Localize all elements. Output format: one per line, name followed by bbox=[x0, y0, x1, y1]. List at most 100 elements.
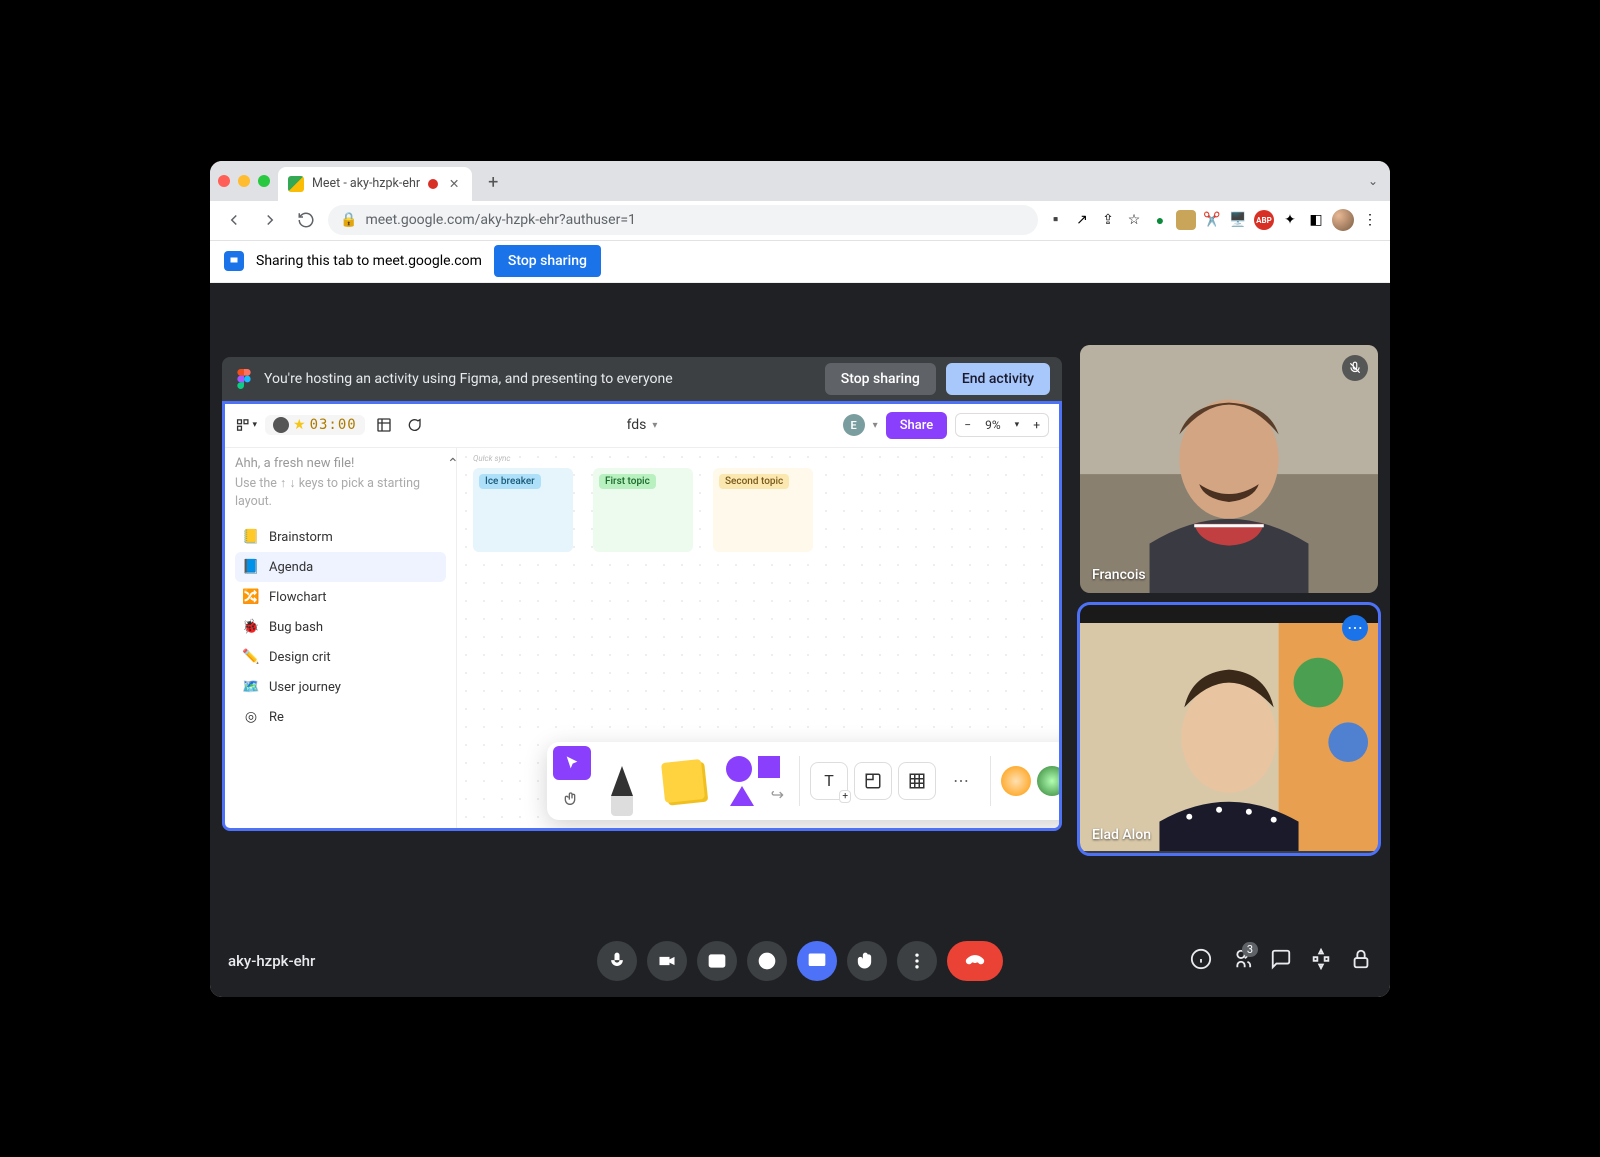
reload-button[interactable] bbox=[292, 206, 320, 234]
chevron-down-icon[interactable]: ▾ bbox=[1009, 418, 1026, 432]
sticky-note-tool[interactable] bbox=[653, 764, 713, 798]
template-icon: 🗺️ bbox=[243, 679, 259, 695]
browser-toolbar: 🔒 meet.google.com/aky-hzpk-ehr?authuser=… bbox=[210, 201, 1390, 241]
stamp-tool-1[interactable] bbox=[1001, 766, 1031, 796]
tile-more-button[interactable]: ⋯ bbox=[1342, 615, 1368, 641]
template-icon: 🔀 bbox=[243, 589, 259, 605]
forward-button[interactable] bbox=[256, 206, 284, 234]
sidebar-item-label: Agenda bbox=[269, 560, 313, 575]
share-tab-icon bbox=[224, 251, 244, 271]
address-bar[interactable]: 🔒 meet.google.com/aky-hzpk-ehr?authuser=… bbox=[328, 205, 1038, 235]
reactions-button[interactable] bbox=[747, 941, 787, 981]
extension-1-icon[interactable]: ● bbox=[1150, 210, 1170, 230]
canvas-card[interactable]: Second topic bbox=[713, 468, 813, 552]
end-activity-button[interactable]: End activity bbox=[946, 363, 1050, 395]
meet-stage: You're hosting an activity using Figma, … bbox=[210, 283, 1390, 997]
camera-indicator-icon[interactable]: ▪️ bbox=[1046, 210, 1066, 230]
text-tool[interactable]: T+ bbox=[810, 762, 848, 800]
table-tool[interactable] bbox=[898, 762, 936, 800]
extension-row: ▪️ ↗ ⇪ ☆ ● ✂️ 🖥️ ABP ✦ ◧ ⋮ bbox=[1046, 209, 1380, 231]
activity-bar: You're hosting an activity using Figma, … bbox=[222, 357, 1062, 401]
meeting-details-button[interactable] bbox=[1190, 948, 1212, 974]
extensions-menu-icon[interactable]: ✦ bbox=[1280, 210, 1300, 230]
minimize-window-button[interactable] bbox=[238, 175, 250, 187]
timer-widget[interactable]: ★ 03:00 bbox=[265, 415, 365, 435]
sidebar-item-brainstorm[interactable]: 📒Brainstorm bbox=[235, 522, 446, 552]
card-tag: Ice breaker bbox=[479, 474, 541, 489]
hand-tool[interactable] bbox=[553, 782, 591, 816]
participant-name: Elad Alon bbox=[1092, 827, 1151, 843]
comment-icon[interactable] bbox=[403, 414, 425, 436]
maximize-window-button[interactable] bbox=[258, 175, 270, 187]
camera-button[interactable] bbox=[647, 941, 687, 981]
figma-toolbar: ▾ ★ 03:00 fds ▾ E ▾ Share − bbox=[225, 404, 1059, 448]
canvas-card[interactable]: Ice breaker bbox=[473, 468, 573, 552]
figjam-canvas[interactable]: Quick sync Ice breaker First topic Secon… bbox=[457, 448, 1059, 828]
sidebar-item-design-crit[interactable]: ✏️Design crit bbox=[235, 642, 446, 672]
figjam-tool-dock: ↪ T+ ⋯ + bbox=[547, 742, 1062, 820]
sidebar-item-flowchart[interactable]: 🔀Flowchart bbox=[235, 582, 446, 612]
new-tab-button[interactable]: + bbox=[480, 168, 506, 197]
tab-title: Meet - aky-hzpk-ehr bbox=[312, 176, 420, 191]
collaborator-avatar[interactable]: E bbox=[843, 414, 865, 436]
stamp-tool-2[interactable] bbox=[1037, 766, 1062, 796]
extension-3-icon[interactable]: ✂️ bbox=[1202, 210, 1222, 230]
present-button[interactable] bbox=[797, 941, 837, 981]
sidebar-item-re[interactable]: ◎Re bbox=[235, 702, 446, 732]
shapes-tool[interactable]: ↪ bbox=[719, 764, 789, 798]
template-icon: ◎ bbox=[243, 709, 259, 725]
open-external-icon[interactable]: ↗ bbox=[1072, 210, 1092, 230]
card-tag: Second topic bbox=[719, 474, 789, 489]
mic-button[interactable] bbox=[597, 941, 637, 981]
sidebar-item-bug-bash[interactable]: 🐞Bug bash bbox=[235, 612, 446, 642]
more-options-button[interactable] bbox=[897, 941, 937, 981]
zoom-in-button[interactable]: + bbox=[1027, 416, 1046, 434]
stop-sharing-button[interactable]: Stop sharing bbox=[494, 245, 601, 277]
section-tool[interactable] bbox=[854, 762, 892, 800]
participant-name: Francois bbox=[1092, 567, 1146, 583]
zoom-value: 9% bbox=[979, 416, 1007, 434]
chat-button[interactable] bbox=[1270, 948, 1292, 974]
profile-avatar[interactable] bbox=[1332, 209, 1354, 231]
meeting-code: aky-hzpk-ehr bbox=[228, 952, 315, 970]
more-tools-button[interactable]: ⋯ bbox=[942, 764, 980, 798]
chrome-menu-button[interactable]: ⋮ bbox=[1360, 210, 1380, 230]
sidebar-item-label: Design crit bbox=[269, 650, 331, 665]
zoom-out-button[interactable]: − bbox=[958, 416, 977, 434]
file-title[interactable]: fds ▾ bbox=[627, 417, 658, 433]
sidepanel-icon[interactable]: ◧ bbox=[1306, 210, 1326, 230]
host-controls-button[interactable] bbox=[1350, 948, 1372, 974]
people-button[interactable]: 3 bbox=[1230, 948, 1252, 974]
abp-extension-icon[interactable]: ABP bbox=[1254, 210, 1274, 230]
bookmark-icon[interactable]: ☆ bbox=[1124, 210, 1144, 230]
share-icon[interactable]: ⇪ bbox=[1098, 210, 1118, 230]
template-icon: 📒 bbox=[243, 529, 259, 545]
browser-tab[interactable]: Meet - aky-hzpk-ehr ✕ bbox=[278, 167, 472, 201]
tab-overflow-button[interactable]: ⌄ bbox=[1368, 174, 1378, 188]
card-tag: First topic bbox=[599, 474, 656, 489]
participant-tile[interactable]: ⋯ Elad Alon bbox=[1080, 605, 1378, 853]
activities-button[interactable] bbox=[1310, 948, 1332, 974]
activity-stop-sharing-button[interactable]: Stop sharing bbox=[825, 363, 936, 395]
extension-2-icon[interactable] bbox=[1176, 210, 1196, 230]
chevron-down-icon[interactable]: ▾ bbox=[873, 420, 878, 431]
layout-icon[interactable] bbox=[373, 414, 395, 436]
tab-close-button[interactable]: ✕ bbox=[446, 176, 462, 192]
figma-share-button[interactable]: Share bbox=[886, 412, 948, 439]
sidebar-item-agenda[interactable]: 📘Agenda bbox=[235, 552, 446, 582]
canvas-card[interactable]: First topic bbox=[593, 468, 693, 552]
figma-menu-button[interactable]: ▾ bbox=[235, 414, 257, 436]
zoom-control[interactable]: − 9% ▾ + bbox=[955, 413, 1049, 437]
extension-4-icon[interactable]: 🖥️ bbox=[1228, 210, 1248, 230]
participant-tile[interactable]: Francois bbox=[1080, 345, 1378, 593]
sidebar-item-label: User journey bbox=[269, 680, 341, 695]
select-tool[interactable] bbox=[553, 746, 591, 780]
marker-tool[interactable] bbox=[597, 764, 647, 798]
raise-hand-button[interactable] bbox=[847, 941, 887, 981]
captions-button[interactable] bbox=[697, 941, 737, 981]
chevron-down-icon: ▾ bbox=[652, 420, 657, 431]
close-window-button[interactable] bbox=[218, 175, 230, 187]
leave-call-button[interactable] bbox=[947, 941, 1003, 981]
sidebar-item-user-journey[interactable]: 🗺️ User journey bbox=[235, 672, 446, 702]
back-button[interactable] bbox=[220, 206, 248, 234]
